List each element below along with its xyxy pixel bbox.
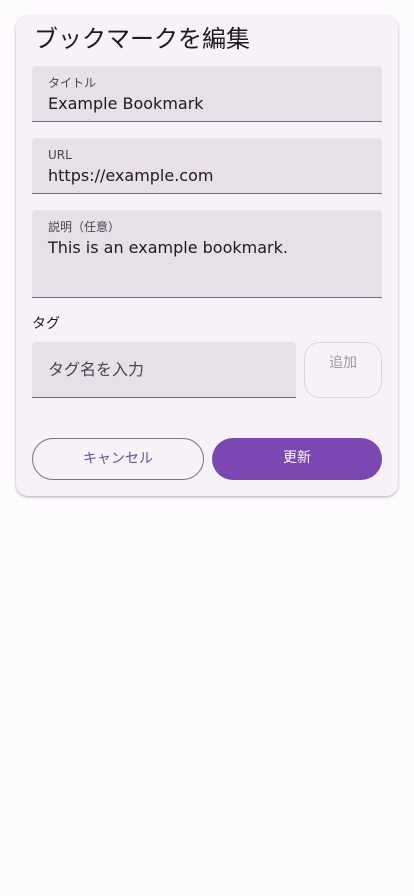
cancel-button[interactable]: キャンセル: [32, 438, 204, 480]
title-field[interactable]: タイトル Example Bookmark: [32, 66, 382, 122]
tag-input-placeholder: タグ名を入力: [48, 360, 145, 379]
url-field-label: URL: [48, 148, 72, 162]
title-field-value[interactable]: Example Bookmark: [48, 94, 204, 114]
description-field[interactable]: 説明（任意） This is an example bookmark.: [32, 210, 382, 298]
update-button[interactable]: 更新: [212, 438, 382, 480]
tags-label: タグ: [32, 316, 60, 332]
description-field-label: 説明（任意）: [48, 220, 121, 234]
url-field-value[interactable]: https://example.com: [48, 166, 213, 186]
tag-input[interactable]: タグ名を入力: [32, 342, 296, 398]
dialog-title: ブックマークを編集: [34, 25, 250, 53]
edit-bookmark-dialog: ブックマークを編集 タイトル Example Bookmark URL http…: [16, 16, 398, 496]
description-field-value[interactable]: This is an example bookmark.: [48, 238, 288, 258]
url-field[interactable]: URL https://example.com: [32, 138, 382, 194]
title-field-label: タイトル: [48, 76, 97, 90]
add-tag-button[interactable]: 追加: [304, 342, 382, 398]
